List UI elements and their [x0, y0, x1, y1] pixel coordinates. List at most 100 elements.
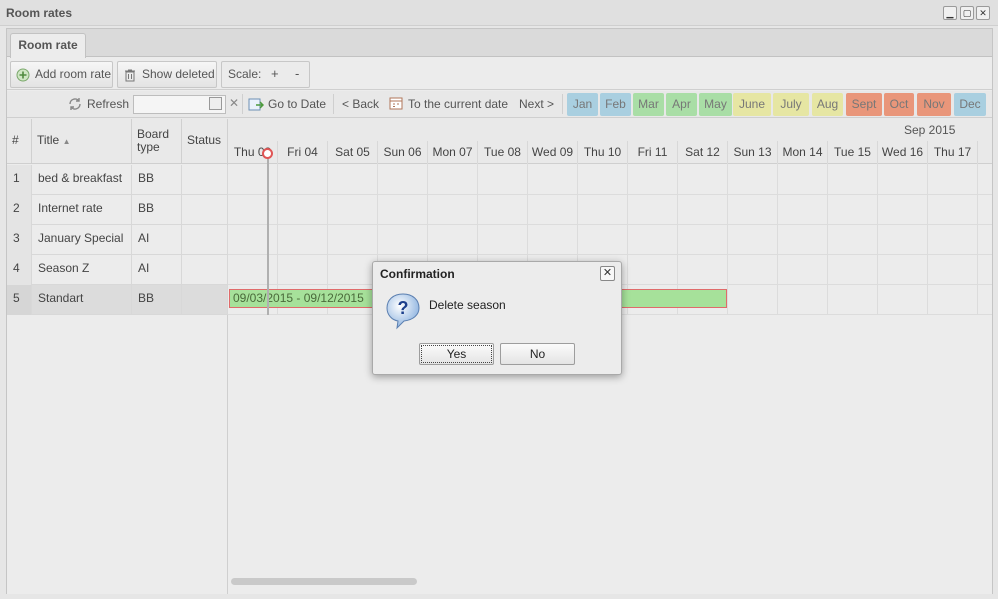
sort-ascending-icon: ▲: [62, 137, 71, 146]
show-deleted-label: Show deleted: [142, 67, 215, 81]
grid-column-line: [927, 163, 928, 315]
column-header-number[interactable]: #: [7, 119, 32, 163]
today-calendar-icon: [389, 97, 403, 110]
table-row[interactable]: 4 Season Z AI: [7, 255, 228, 285]
month-button-june[interactable]: June: [733, 93, 771, 116]
window-title: Room rates: [6, 6, 73, 20]
dialog-message: Delete season: [429, 298, 506, 312]
month-button-nov[interactable]: Nov: [917, 93, 951, 116]
day-header: Sat 05: [328, 141, 378, 163]
row-number-cell: 4: [7, 255, 32, 285]
current-date-button[interactable]: To the current date: [408, 97, 508, 111]
tab-room-rate[interactable]: Room rate: [10, 33, 86, 58]
question-icon: ?: [386, 293, 420, 330]
day-header: Wed 09: [528, 141, 578, 163]
month-button-may[interactable]: May: [699, 93, 732, 116]
title-cell: Season Z: [32, 255, 132, 285]
day-header: Tue 15: [828, 141, 878, 163]
day-header: Fri 11: [628, 141, 678, 163]
yes-button[interactable]: Yes: [419, 343, 494, 365]
row-number-cell: 1: [7, 165, 32, 195]
window-titlebar: [0, 0, 998, 26]
column-header-title[interactable]: Title ▲: [32, 119, 132, 163]
table-row[interactable]: 3 January Special AI: [7, 225, 228, 255]
grid-row-line: [228, 254, 992, 255]
month-button-oct[interactable]: Oct: [884, 93, 914, 116]
refresh-button[interactable]: Refresh: [87, 97, 129, 111]
day-header: Thu 10: [578, 141, 628, 163]
status-cell: [182, 195, 228, 225]
go-to-date-button[interactable]: Go to Date: [268, 97, 326, 111]
day-header: Thu 17: [928, 141, 978, 163]
title-cell: January Special: [32, 225, 132, 255]
status-cell: [182, 255, 228, 285]
zoom-in-button[interactable]: +: [271, 66, 279, 81]
maximize-icon[interactable]: ▢: [960, 6, 974, 20]
day-header: Fri 04: [278, 141, 328, 163]
month-button-jan[interactable]: Jan: [567, 93, 598, 116]
next-button[interactable]: Next >: [519, 97, 554, 111]
separator: [242, 94, 243, 114]
board-type-cell: BB: [132, 165, 182, 195]
day-header: Sat 12: [678, 141, 728, 163]
day-header: Sun 06: [378, 141, 428, 163]
row-number-cell: 3: [7, 225, 32, 255]
minimize-icon[interactable]: ▁: [943, 6, 957, 20]
row-number-cell: 5: [7, 285, 32, 315]
board-type-cell: BB: [132, 285, 182, 315]
separator: [333, 94, 334, 114]
month-button-aug[interactable]: Aug: [812, 93, 843, 116]
month-button-mar[interactable]: Mar: [633, 93, 664, 116]
day-header: Tue 08: [478, 141, 528, 163]
month-button-dec[interactable]: Dec: [954, 93, 986, 116]
table-row[interactable]: 5 Standart BB: [7, 285, 228, 315]
tab-strip: [7, 29, 992, 57]
board-type-cell: AI: [132, 225, 182, 255]
title-cell: Internet rate: [32, 195, 132, 225]
month-button-july[interactable]: July: [773, 93, 809, 116]
month-button-feb[interactable]: Feb: [600, 93, 631, 116]
month-label: Sep 2015: [904, 123, 956, 137]
status-cell: [182, 225, 228, 255]
show-deleted-button[interactable]: Show deleted: [117, 61, 217, 88]
title-header-label: Title: [37, 133, 60, 147]
back-button[interactable]: < Back: [342, 97, 379, 111]
grid-column-line: [977, 163, 978, 315]
go-to-date-icon: [248, 98, 264, 111]
column-header-status[interactable]: Status: [182, 119, 228, 163]
table-row[interactable]: 1 bed & breakfast BB: [7, 165, 228, 195]
column-header-board-type[interactable]: Board type: [132, 119, 182, 163]
status-cell: [182, 165, 228, 195]
table-row[interactable]: 2 Internet rate BB: [7, 195, 228, 225]
grid-column-line: [727, 163, 728, 315]
row-number-cell: 2: [7, 195, 32, 225]
horizontal-scrollbar[interactable]: [231, 578, 417, 585]
day-header: Wed 16: [878, 141, 928, 163]
title-cell: bed & breakfast: [32, 165, 132, 195]
svg-text:?: ?: [398, 298, 409, 318]
refresh-icon: [69, 98, 81, 110]
day-header: Mon 14: [778, 141, 828, 163]
clear-date-button[interactable]: ✕: [229, 96, 239, 110]
zoom-out-button[interactable]: -: [295, 66, 299, 81]
no-button[interactable]: No: [500, 343, 575, 365]
grid-row-line: [228, 224, 992, 225]
calendar-icon[interactable]: [209, 97, 222, 110]
today-marker-icon[interactable]: [262, 148, 273, 159]
month-button-sept[interactable]: Sept: [846, 93, 882, 116]
status-cell: [182, 285, 228, 315]
scale-label: Scale:: [228, 67, 262, 81]
grid-column-line: [877, 163, 878, 315]
add-room-rate-label: Add room rate: [35, 67, 112, 81]
board-type-cell: BB: [132, 195, 182, 225]
grid-row-line: [228, 194, 992, 195]
grid-column-line: [777, 163, 778, 315]
add-room-rate-button[interactable]: Add room rate: [10, 61, 113, 88]
title-cell: Standart: [32, 285, 132, 315]
day-header: Sun 13: [728, 141, 778, 163]
dialog-close-icon[interactable]: ✕: [600, 266, 615, 281]
close-icon[interactable]: ✕: [976, 6, 990, 20]
separator: [562, 94, 563, 114]
trash-icon: [125, 69, 135, 82]
month-button-apr[interactable]: Apr: [666, 93, 697, 116]
